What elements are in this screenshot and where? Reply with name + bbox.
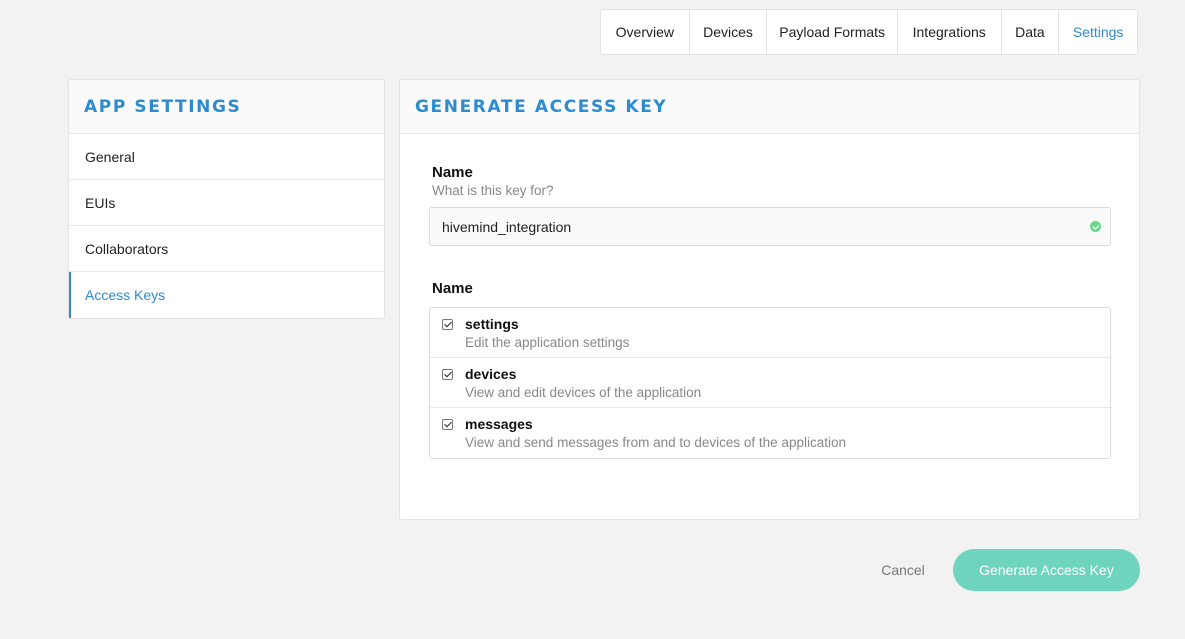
cancel-button[interactable]: Cancel [862,550,944,590]
settings-checkbox[interactable] [442,319,453,330]
generate-access-key-panel: GENERATE ACCESS KEY Name What is this ke… [399,79,1140,520]
sidebar-header: APP SETTINGS [69,80,384,134]
devices-checkbox[interactable] [442,369,453,380]
right-name: devices [465,366,517,382]
app-settings-sidebar: APP SETTINGS General EUIs Collaborators … [68,79,385,319]
messages-checkbox[interactable] [442,419,453,430]
check-circle-icon [1090,221,1101,232]
sidebar-item-collaborators[interactable]: Collaborators [69,226,384,272]
page-title: GENERATE ACCESS KEY [415,96,668,117]
sidebar-item-general[interactable]: General [69,134,384,180]
right-row-settings: settings Edit the application settings [430,308,1110,358]
right-description: View and send messages from and to devic… [465,435,846,450]
right-row-devices: devices View and edit devices of the app… [430,358,1110,408]
right-description: Edit the application settings [465,335,630,350]
generate-access-key-button[interactable]: Generate Access Key [953,549,1140,591]
sidebar-item-access-keys[interactable]: Access Keys [69,272,384,318]
right-row-messages: messages View and send messages from and… [430,408,1110,458]
tab-payload-formats[interactable]: Payload Formats [767,10,898,54]
rights-label: Name [432,280,473,297]
name-field-label: Name [432,164,473,181]
tab-settings[interactable]: Settings [1059,10,1137,54]
tab-integrations[interactable]: Integrations [898,10,1002,54]
tab-data[interactable]: Data [1002,10,1060,54]
rights-list: settings Edit the application settings d… [429,307,1111,459]
sidebar-title: APP SETTINGS [84,96,242,117]
name-field-help: What is this key for? [432,183,554,198]
tab-overview[interactable]: Overview [601,10,690,54]
key-name-input-value: hivemind_integration [442,218,572,235]
top-tabs: Overview Devices Payload Formats Integra… [600,9,1138,55]
main-header: GENERATE ACCESS KEY [400,80,1139,134]
sidebar-item-euis[interactable]: EUIs [69,180,384,226]
tab-devices[interactable]: Devices [690,10,768,54]
right-name: messages [465,416,533,432]
right-description: View and edit devices of the application [465,385,702,400]
key-name-input[interactable]: hivemind_integration [429,207,1111,246]
right-name: settings [465,316,519,332]
